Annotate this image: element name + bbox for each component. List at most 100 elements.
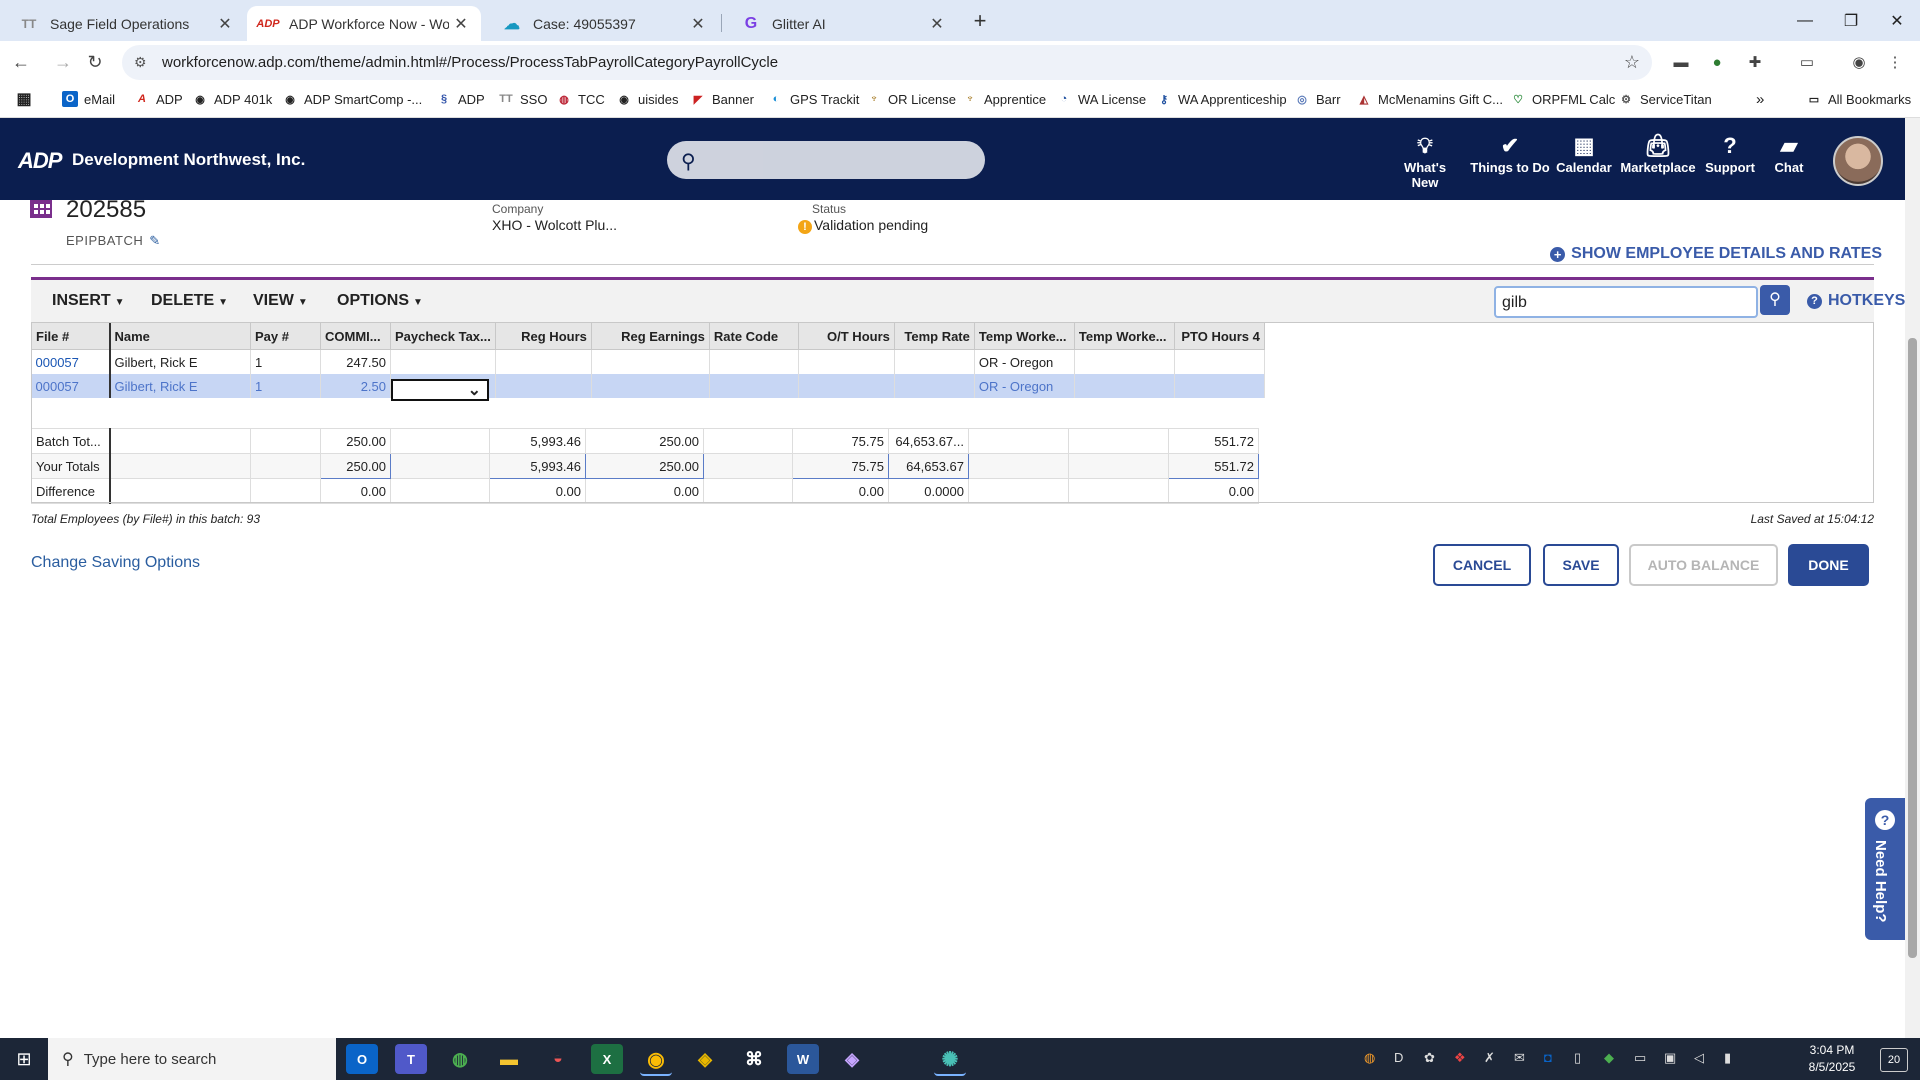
- bookmark-gps-trackit[interactable]: ◐ GPS Trackit: [768, 91, 860, 107]
- notification-icon[interactable]: 20: [1880, 1048, 1908, 1072]
- col-temp-worked-state[interactable]: Temp Worke...: [973, 322, 1075, 350]
- col-file-number[interactable]: File #: [31, 322, 111, 350]
- name-cell[interactable]: Gilbert, Rick E: [109, 374, 251, 398]
- outlook-icon[interactable]: O: [346, 1044, 378, 1074]
- tab-glitter-ai[interactable]: G Glitter AI ✕: [722, 6, 957, 41]
- reg-hours-cell[interactable]: [495, 374, 592, 398]
- hotkeys-link[interactable]: ? HOTKEYS: [1807, 292, 1905, 310]
- tab-sage-field-operations[interactable]: TT Sage Field Operations ✕: [0, 6, 245, 41]
- name-cell[interactable]: Gilbert, Rick E: [109, 349, 251, 374]
- extension-icon[interactable]: ▬: [1668, 49, 1694, 75]
- bookmark-apprentice[interactable]: ♆ Apprentice: [962, 91, 1046, 107]
- tab-case[interactable]: ☁ Case: 49055397 ✕: [483, 6, 718, 41]
- tray-icon[interactable]: ✿: [1424, 1050, 1435, 1066]
- tray-icon[interactable]: ◍: [1364, 1050, 1375, 1066]
- address-bar[interactable]: ⚙ workforcenow.adp.com/theme/admin.html#…: [122, 45, 1652, 80]
- reg-earnings-cell[interactable]: [591, 349, 710, 374]
- your-total-input[interactable]: 551.72: [1168, 453, 1259, 479]
- site-info-icon[interactable]: ⚙: [134, 54, 152, 71]
- more-bookmarks-chevron-icon[interactable]: »: [1756, 91, 1764, 108]
- taskbar-search-input[interactable]: ⚲ Type here to search: [48, 1038, 336, 1080]
- bookmark-wa-apprenticeship[interactable]: ⚷ WA Apprenticeship: [1156, 91, 1287, 107]
- done-button[interactable]: DONE: [1788, 544, 1869, 586]
- all-bookmarks[interactable]: ▭ All Bookmarks: [1806, 91, 1911, 107]
- word-icon[interactable]: W: [787, 1044, 819, 1074]
- profile-icon[interactable]: ◉: [1846, 49, 1872, 75]
- col-rate-code[interactable]: Rate Code: [708, 322, 799, 350]
- bookmark-email[interactable]: OeMail: [62, 91, 115, 107]
- app-icon[interactable]: ◈: [836, 1044, 868, 1074]
- your-total-input[interactable]: 75.75: [792, 453, 889, 479]
- tray-icon[interactable]: ❖: [1454, 1050, 1466, 1066]
- options-menu[interactable]: OPTIONS ▼: [337, 292, 423, 310]
- chatgpt-icon[interactable]: ✺: [934, 1044, 966, 1076]
- view-menu[interactable]: VIEW ▼: [253, 292, 308, 310]
- excel-icon[interactable]: X: [591, 1044, 623, 1074]
- bookmark-banner[interactable]: ◤ Banner: [690, 91, 754, 107]
- extension-icon[interactable]: ●: [1704, 49, 1730, 75]
- file-explorer-icon[interactable]: ▬: [493, 1044, 525, 1074]
- temp-worked-local-cell[interactable]: [1074, 349, 1175, 374]
- need-help-tab[interactable]: ? Need Help?: [1865, 798, 1905, 940]
- bookmark-adp-401k[interactable]: ◉ ADP 401k: [192, 91, 272, 107]
- adp-logo[interactable]: ADP: [18, 148, 62, 174]
- change-saving-options-link[interactable]: Change Saving Options: [31, 554, 200, 572]
- tray-icon[interactable]: ◘: [1544, 1050, 1552, 1065]
- close-icon[interactable]: ✕: [449, 14, 473, 34]
- bookmark-sso[interactable]: TT SSO: [498, 91, 547, 107]
- col-pto-hours-4[interactable]: PTO Hours 4: [1173, 322, 1265, 350]
- bookmark-servicetitan[interactable]: ⚙ ServiceTitan: [1618, 91, 1712, 107]
- close-icon[interactable]: ✕: [925, 14, 949, 34]
- your-total-input[interactable]: 250.00: [585, 453, 704, 479]
- pto-hours-cell[interactable]: [1174, 374, 1265, 398]
- restore-button[interactable]: ❐: [1828, 0, 1874, 41]
- cancel-button[interactable]: CANCEL: [1433, 544, 1531, 586]
- ot-hours-cell[interactable]: [798, 374, 895, 398]
- back-button[interactable]: ←: [6, 47, 36, 77]
- file-number-cell[interactable]: 000057: [31, 374, 111, 398]
- temp-rate-cell[interactable]: [894, 349, 975, 374]
- green-app-icon[interactable]: ◍: [444, 1044, 476, 1074]
- tray-icon[interactable]: ▯: [1574, 1050, 1581, 1066]
- extensions-puzzle-icon[interactable]: ✚: [1742, 49, 1768, 75]
- paycheck-tax-dropdown[interactable]: ⌄: [391, 379, 489, 401]
- nav-whats-new[interactable]: 💡︎ What's New: [1390, 132, 1460, 190]
- rate-code-cell[interactable]: [709, 374, 799, 398]
- app-icon[interactable]: ◒: [542, 1044, 574, 1074]
- col-reg-hours[interactable]: Reg Hours: [494, 322, 592, 350]
- paycheck-tax-cell[interactable]: [390, 349, 496, 374]
- avatar[interactable]: [1833, 136, 1883, 186]
- file-number-cell[interactable]: 000057: [31, 349, 111, 374]
- nav-marketplace[interactable]: 👜︎ Marketplace: [1620, 132, 1696, 175]
- scrollbar-thumb[interactable]: [1908, 338, 1917, 958]
- reload-button[interactable]: ↻: [80, 47, 110, 77]
- microphone-icon[interactable]: ▮: [1724, 1050, 1731, 1066]
- pay-number-cell[interactable]: 1: [250, 349, 321, 374]
- reg-earnings-cell[interactable]: [591, 374, 710, 398]
- tab-search-icon[interactable]: ▭: [1794, 49, 1820, 75]
- nav-calendar[interactable]: ▦ Calendar: [1552, 132, 1616, 175]
- table-row-selected[interactable]: 000057 Gilbert, Rick E 1 2.50 OR - Orego…: [31, 374, 1265, 398]
- volume-icon[interactable]: ◁: [1694, 1050, 1704, 1066]
- nav-things-to-do[interactable]: ✔ Things to Do: [1470, 132, 1550, 175]
- bookmark-tcc[interactable]: ◍ TCC: [556, 91, 605, 107]
- col-commission[interactable]: COMMI...: [320, 322, 391, 350]
- bookmark-adp-smartcomp[interactable]: ◉ ADP SmartComp -...: [282, 91, 422, 107]
- apps-grid-icon[interactable]: ▦: [16, 91, 38, 108]
- close-window-button[interactable]: ✕: [1874, 0, 1920, 41]
- bookmark-mcmenamins[interactable]: ◭ McMenamins Gift C...: [1356, 91, 1503, 107]
- nav-chat[interactable]: ▰ Chat: [1764, 132, 1814, 175]
- temp-worked-local-cell[interactable]: [1074, 374, 1175, 398]
- acrobat-icon[interactable]: ⌘: [738, 1044, 770, 1074]
- close-icon[interactable]: ✕: [686, 14, 710, 34]
- menu-kebab-icon[interactable]: ⋮: [1882, 49, 1908, 75]
- global-search-input[interactable]: ⚲: [667, 141, 985, 179]
- commission-cell[interactable]: 247.50: [320, 349, 391, 374]
- network-icon[interactable]: ▣: [1664, 1050, 1676, 1066]
- col-temp-worked-local[interactable]: Temp Worke...: [1073, 322, 1175, 350]
- app-icon[interactable]: ◈: [689, 1044, 721, 1074]
- your-total-input[interactable]: 5,993.46: [489, 453, 586, 479]
- your-total-input[interactable]: 64,653.67: [888, 453, 969, 479]
- bookmark-adp-2[interactable]: § ADP: [436, 91, 485, 107]
- insert-menu[interactable]: INSERT ▼: [52, 292, 125, 310]
